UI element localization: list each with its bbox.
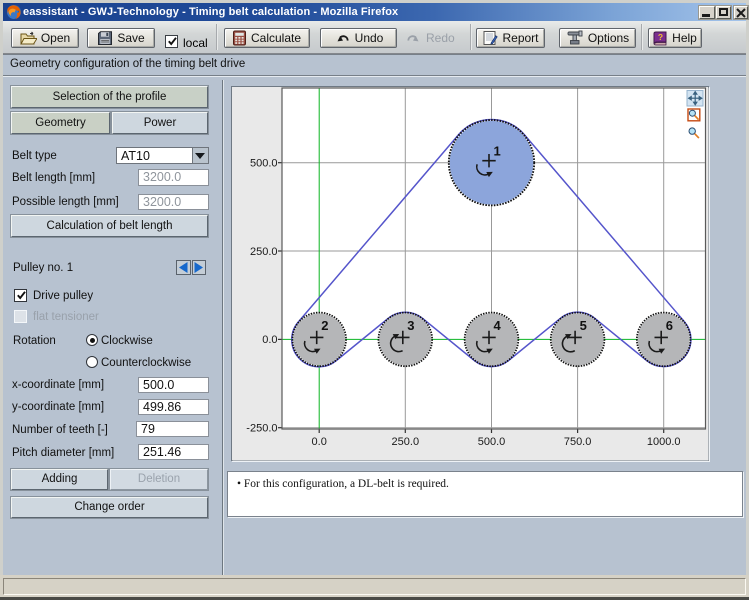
svg-text:0.0: 0.0 bbox=[311, 436, 326, 448]
svg-text:5: 5 bbox=[579, 317, 586, 332]
svg-text:250.0: 250.0 bbox=[249, 245, 277, 257]
svg-text:500.0: 500.0 bbox=[477, 436, 505, 448]
svg-text:0.0: 0.0 bbox=[262, 334, 277, 346]
svg-text:1000.0: 1000.0 bbox=[646, 436, 680, 448]
svg-text:?: ? bbox=[658, 32, 663, 42]
svg-text:-250.0: -250.0 bbox=[246, 422, 277, 434]
svg-text:6: 6 bbox=[665, 317, 672, 332]
svg-text:2: 2 bbox=[321, 317, 328, 332]
svg-text:3: 3 bbox=[407, 317, 414, 332]
svg-text:250.0: 250.0 bbox=[391, 436, 419, 448]
svg-text:1: 1 bbox=[493, 143, 500, 158]
svg-text:4: 4 bbox=[493, 317, 501, 332]
svg-text:750.0: 750.0 bbox=[563, 436, 591, 448]
svg-text:500.0: 500.0 bbox=[249, 157, 277, 169]
